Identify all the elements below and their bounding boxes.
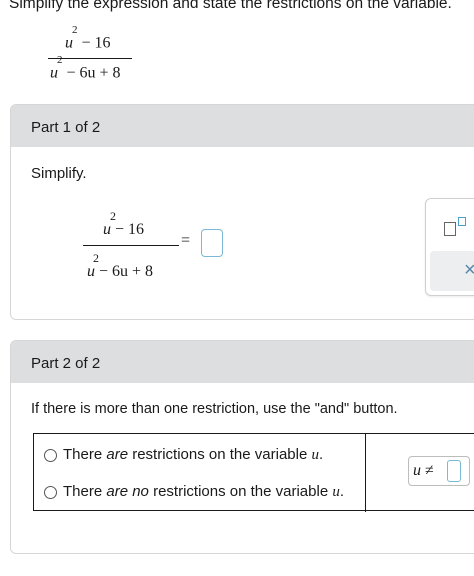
expression-denominator: u2 − 6u + 8 (50, 54, 121, 82)
column-divider (365, 434, 366, 512)
radio-button[interactable] (44, 485, 57, 499)
radio-button[interactable] (44, 448, 57, 462)
part-2-header: Part 2 of 2 (11, 341, 474, 383)
denominator: u − 6u + 8 (87, 263, 154, 280)
expression-numerator: u2 − 16 (65, 24, 111, 52)
problem-prompt: Simplify the expression and state the re… (9, 0, 452, 12)
part-2-panel: Part 2 of 2 If there is more than one re… (10, 340, 474, 554)
math-toolbox: × (425, 198, 474, 296)
fraction-bar (83, 245, 179, 246)
part-2-instruction: If there is more than one restriction, u… (31, 401, 398, 417)
part-1-panel: Part 1 of 2 Simplify. 2 u − 16 2 u − 6u … (10, 104, 474, 320)
clear-button[interactable]: × (430, 251, 474, 291)
restriction-value-input[interactable] (447, 460, 461, 482)
part-1-header: Part 1 of 2 (11, 105, 474, 147)
superscript-template-icon[interactable] (444, 217, 468, 237)
close-icon: × (464, 259, 474, 282)
option-has-restrictions[interactable]: There are restrictions on the variable u… (44, 446, 323, 464)
option-no-restrictions[interactable]: There are no restrictions on the variabl… (44, 483, 344, 501)
option-label: There are restrictions on the variable u… (63, 446, 324, 463)
equals-sign: = (181, 232, 191, 249)
restriction-input-group: u ≠ (408, 456, 470, 486)
option-label: There are no restrictions on the variabl… (63, 483, 344, 500)
numerator: u − 16 (103, 221, 145, 238)
part-1-instruction: Simplify. (31, 165, 87, 182)
restriction-table: There are restrictions on the variable u… (33, 433, 474, 512)
answer-input[interactable] (201, 229, 223, 257)
